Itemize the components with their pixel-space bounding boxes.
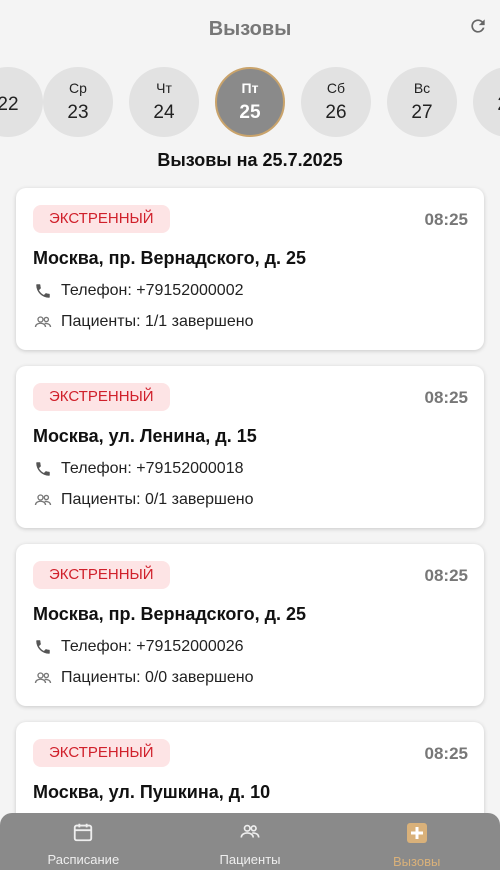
patients-row: Пациенты: 1/1 завершено — [33, 312, 253, 332]
people-icon — [33, 490, 53, 510]
call-time: 08:25 — [424, 566, 468, 585]
day-strip: 22 Ср 23 Чт 24 Пт 25 Сб 26 Вс 27 28 — [0, 65, 500, 137]
call-card[interactable]: ЭКСТРЕННЫЙ 08:25 Москва, ул. Ленина, д. … — [16, 366, 484, 528]
day-weekday: Ср — [69, 80, 87, 96]
refresh-button[interactable] — [466, 16, 490, 40]
call-patients: Пациенты: 1/1 завершено — [61, 313, 254, 330]
day-23[interactable]: Ср 23 — [43, 67, 113, 137]
emergency-badge: ЭКСТРЕННЫЙ — [33, 383, 170, 411]
phone-row: Телефон: +79152000026 — [33, 637, 244, 657]
call-card[interactable]: ЭКСТРЕННЫЙ 08:25 Москва, пр. Вернадского… — [16, 188, 484, 350]
nav-label: Расписание — [47, 852, 120, 867]
day-24[interactable]: Чт 24 — [129, 67, 199, 137]
calls-list: ЭКСТРЕННЫЙ 08:25 Москва, пр. Вернадского… — [16, 188, 484, 870]
phone-icon — [33, 637, 53, 657]
call-card[interactable]: ЭКСТРЕННЫЙ 08:25 Москва, пр. Вернадского… — [16, 544, 484, 706]
patients-row: Пациенты: 0/0 завершено — [33, 668, 253, 688]
day-number: 27 — [411, 102, 433, 123]
nav-label: Пациенты — [219, 852, 281, 867]
day-number: 22 — [0, 94, 19, 115]
day-27[interactable]: Вс 27 — [387, 67, 457, 137]
day-weekday: Пт — [241, 80, 259, 96]
call-patients: Пациенты: 0/0 завершено — [61, 669, 254, 686]
emergency-badge: ЭКСТРЕННЫЙ — [33, 739, 170, 767]
phone-icon — [33, 281, 53, 301]
call-time: 08:25 — [424, 210, 468, 229]
day-number: 23 — [67, 102, 89, 123]
call-time: 08:25 — [424, 388, 468, 407]
call-address: Москва, ул. Пушкина, д. 10 — [33, 782, 271, 802]
day-25-selected[interactable]: Пт 25 — [215, 67, 285, 137]
day-number: 24 — [153, 102, 175, 123]
day-28[interactable]: 28 — [473, 67, 500, 137]
call-phone: Телефон: +79152000018 — [61, 460, 244, 477]
phone-row: Телефон: +79152000002 — [33, 281, 244, 301]
bottom-navigation: Расписание Пациенты Вызовы — [0, 813, 500, 870]
day-22[interactable]: 22 — [0, 67, 43, 137]
call-phone: Телефон: +79152000002 — [61, 282, 244, 299]
nav-calls[interactable]: Вызовы — [333, 813, 500, 870]
emergency-badge: ЭКСТРЕННЫЙ — [33, 561, 170, 589]
phone-row: Телефон: +79152000018 — [33, 459, 244, 479]
app-header: Вызовы — [0, 0, 500, 58]
app-root: Вызовы 22 Ср 23 Чт 24 Пт 25 Сб 26 Вс 27 … — [0, 0, 500, 870]
day-number: 25 — [239, 102, 261, 123]
people-icon — [33, 312, 53, 332]
day-weekday: Сб — [326, 80, 346, 96]
day-weekday: Чт — [156, 80, 172, 96]
refresh-icon — [468, 16, 488, 41]
page-title: Вызовы — [208, 17, 292, 40]
nav-schedule[interactable]: Расписание — [0, 813, 167, 870]
calendar-icon — [72, 821, 94, 848]
patients-row: Пациенты: 0/1 завершено — [33, 490, 253, 510]
day-number: 26 — [325, 102, 347, 123]
call-address: Москва, пр. Вернадского, д. 25 — [33, 604, 307, 624]
nav-label: Вызовы — [393, 854, 441, 869]
call-patients: Пациенты: 0/1 завершено — [61, 491, 254, 508]
day-26[interactable]: Сб 26 — [301, 67, 371, 137]
people-icon — [33, 668, 53, 688]
call-time: 08:25 — [424, 744, 468, 763]
phone-icon — [33, 459, 53, 479]
day-weekday: Вс — [413, 80, 431, 96]
call-address: Москва, пр. Вернадского, д. 25 — [33, 248, 307, 268]
calls-date-title: Вызовы на 25.7.2025 — [157, 150, 343, 170]
call-address: Москва, ул. Ленина, д. 15 — [33, 426, 257, 446]
people-icon — [238, 821, 262, 848]
medical-cross-icon — [405, 821, 429, 850]
call-phone: Телефон: +79152000026 — [61, 638, 244, 655]
emergency-badge: ЭКСТРЕННЫЙ — [33, 205, 170, 233]
nav-patients[interactable]: Пациенты — [167, 813, 334, 870]
